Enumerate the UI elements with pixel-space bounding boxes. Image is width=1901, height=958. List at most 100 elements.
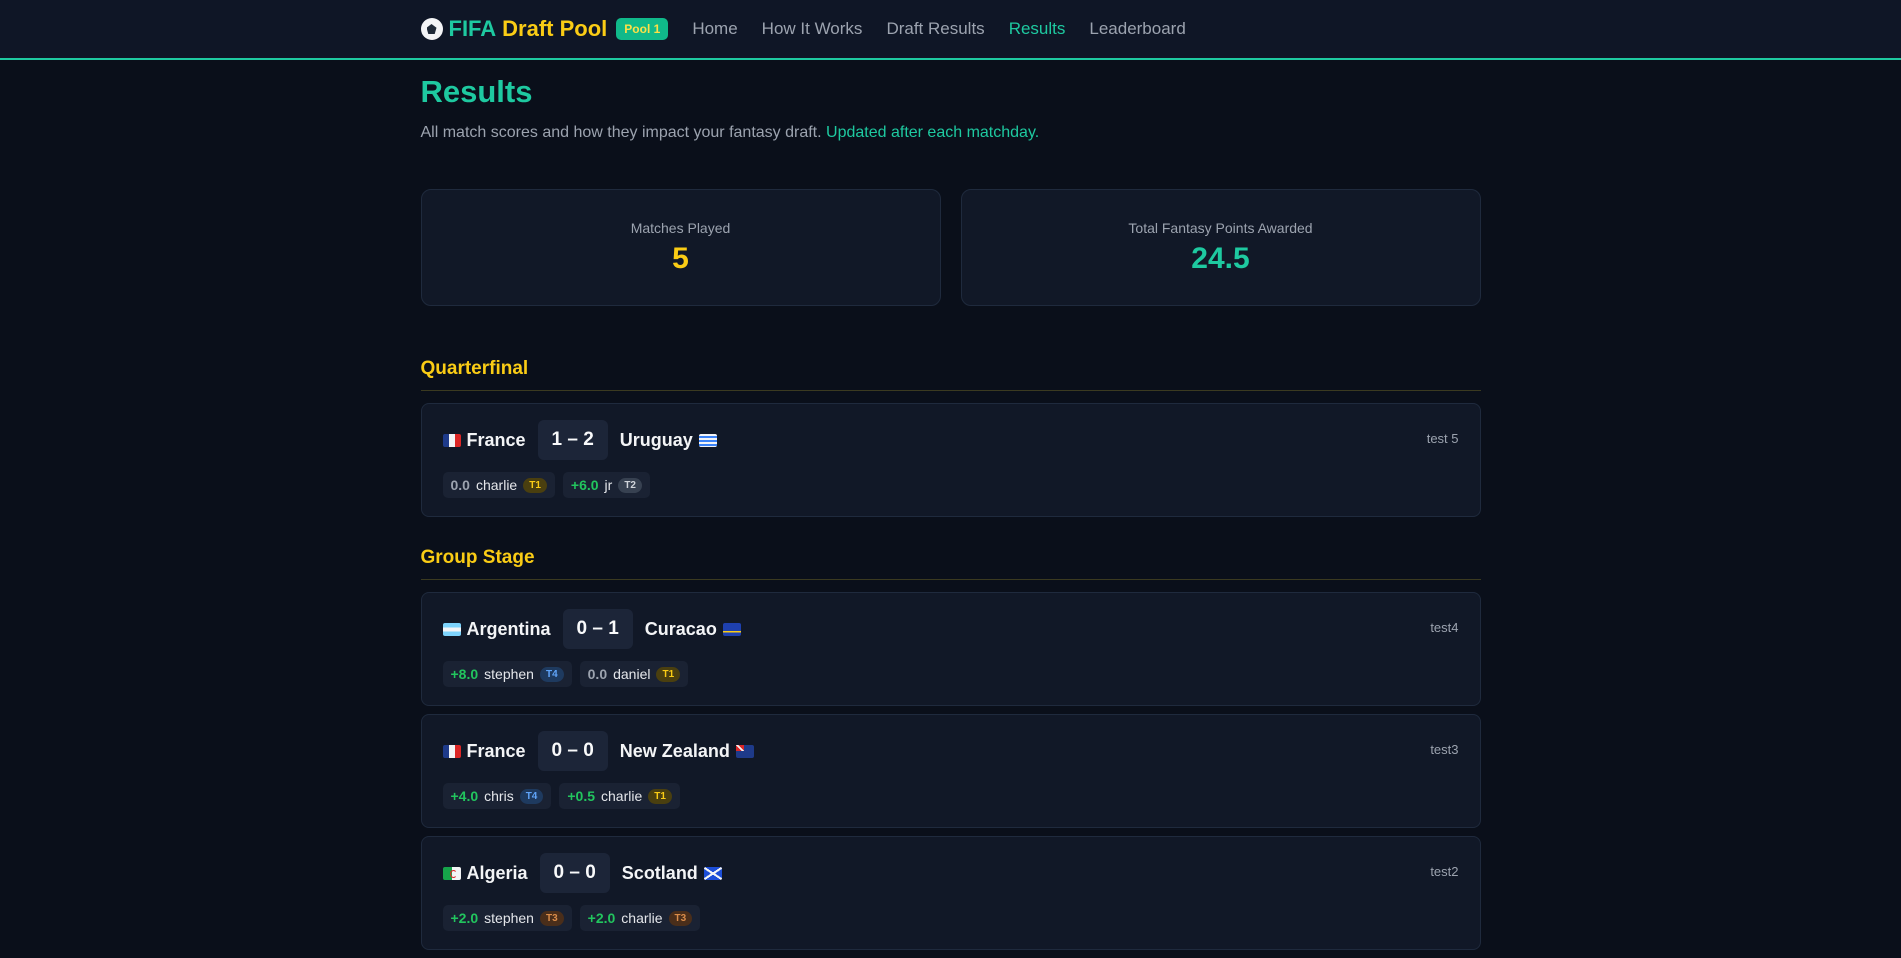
soccer-ball-icon [420,18,443,40]
tier-badge: T1 [648,788,672,804]
match-label: test3 [1430,742,1459,757]
curacao-flag-icon [722,622,741,636]
tier-badge: T2 [618,477,642,493]
picks-row: +4.0 chris T4 +0.5 charlie T1 [442,783,1459,809]
page-title: Results [420,74,533,109]
stat-label: Matches Played [630,219,731,236]
tier-badge: T3 [539,910,564,926]
pick-player: jr [604,477,613,493]
match-card[interactable]: Argentina 0 – 1 Curacao test4 +8.0 stephen T4 0… [420,592,1481,706]
pick-points: +8.0 [450,666,479,682]
away-team: New Zealand [620,741,760,762]
stat-card-matches: Matches Played 5 [420,189,941,306]
pick-player: stephen [484,910,534,926]
match-row: Algeria 0 – 0 Scotland [442,853,1459,893]
stat-value: 24.5 [1191,241,1250,275]
pick-points: 0.0 [450,477,470,493]
home-team: France [442,741,526,762]
home-team: France [442,429,526,451]
match-card[interactable]: France 0 – 0 New Zealand test3 +4.0 chris T4 +0… [420,714,1481,828]
away-team: Curacao [645,619,747,640]
match-score: 1 – 2 [537,420,608,460]
pick-chip: 0.0 daniel T1 [579,661,689,687]
home-team: Algeria [442,862,528,884]
brand-logo[interactable]: FIFA Draft Pool Pool 1 [420,16,669,42]
match-label: test4 [1430,620,1459,635]
pick-points: +4.0 [450,788,479,804]
stat-card-points: Total Fantasy Points Awarded 24.5 [960,189,1481,306]
scotland-flag-icon [703,866,722,880]
subtitle-text: All match scores and how they impact you… [420,124,822,141]
match-card[interactable]: Algeria 0 – 0 Scotland test2 +2.0 stephen T3 +2… [420,836,1481,950]
away-team: Scotland [622,863,728,884]
france-flag-icon [442,744,461,758]
pick-chip: +2.0 charlie T3 [579,905,701,931]
pick-points: 0.0 [587,666,608,682]
uruguay-flag-icon [698,433,717,447]
away-team-name: Scotland [621,862,698,883]
pick-points: +2.0 [450,910,479,926]
nz-flag-icon [735,744,754,758]
away-team-name: New Zealand [619,740,730,761]
page-subtitle: All match scores and how they impact you… [421,124,1481,142]
pick-player: charlie [621,910,663,926]
pick-chip: +2.0 stephen T3 [442,905,572,931]
subtitle-highlight: Updated after each matchday. [826,124,1040,141]
match-row: Argentina 0 – 1 Curacao [442,609,1459,649]
argentina-flag-icon [442,622,461,636]
match-score: 0 – 0 [537,731,608,771]
match-label: test2 [1430,864,1459,879]
section-title: Quarterfinal [420,358,1481,391]
algeria-flag-icon [442,866,461,880]
picks-row: +8.0 stephen T4 0.0 daniel T1 [442,661,1459,687]
brand-text-fifa: FIFA [448,16,497,41]
nav-link-results[interactable]: Results [1009,19,1066,39]
pick-chip: +0.5 charlie T1 [559,783,680,809]
home-team-name: France [466,429,526,450]
pick-player: daniel [613,666,651,682]
match-label: test 5 [1426,431,1459,446]
nav-link-how-it-works[interactable]: How It Works [762,19,863,39]
home-team-name: Argentina [466,618,551,639]
pool-badge: Pool 1 [616,18,669,40]
nav-link-home[interactable]: Home [692,19,737,39]
home-team: Argentina [442,618,551,640]
pick-player: charlie [475,477,518,493]
match-row: France 1 – 2 Uruguay [442,420,1459,460]
tier-badge: T4 [539,666,564,682]
nav-link-draft-results[interactable]: Draft Results [886,19,984,39]
away-team-name: Uruguay [619,429,693,450]
pick-chip: +8.0 stephen T4 [442,661,572,687]
stats-row: Matches Played 5 Total Fantasy Points Aw… [420,189,1481,306]
results-sections: Quarterfinal France 1 – 2 Uruguay test 5 0.0 c… [420,358,1481,950]
pick-player: stephen [484,666,534,682]
pick-player: chris [484,788,514,804]
pick-player: charlie [601,788,643,804]
pick-chip: +6.0 jr T2 [562,472,650,498]
match-score: 0 – 1 [562,609,633,649]
match-row: France 0 – 0 New Zealand [442,731,1459,771]
nav-links: Home How It Works Draft Results Results … [692,19,1185,39]
top-nav: FIFA Draft Pool Pool 1 Home How It Works… [0,0,1901,60]
picks-row: +2.0 stephen T3 +2.0 charlie T3 [442,905,1459,931]
brand-text-draft-pool: Draft Pool [502,16,608,41]
stat-value: 5 [672,241,689,275]
tier-badge: T1 [656,666,681,682]
away-team-name: Curacao [644,618,717,639]
pick-chip: +4.0 chris T4 [442,783,552,809]
tier-badge: T3 [668,910,693,926]
tier-badge: T4 [519,788,544,804]
tier-badge: T1 [523,477,547,493]
france-flag-icon [442,433,461,447]
pick-points: +0.5 [567,788,596,804]
nav-link-leaderboard[interactable]: Leaderboard [1089,19,1185,39]
pick-chip: 0.0 charlie T1 [442,472,555,498]
pick-points: +6.0 [570,477,599,493]
section-title: Group Stage [420,547,1481,580]
main-content: Results All match scores and how they im… [420,74,1481,950]
home-team-name: Algeria [466,862,528,883]
match-card[interactable]: France 1 – 2 Uruguay test 5 0.0 charlie T1 +6.0… [420,403,1481,517]
picks-row: 0.0 charlie T1 +6.0 jr T2 [442,472,1459,498]
away-team: Uruguay [620,430,723,451]
pick-points: +2.0 [587,910,616,926]
